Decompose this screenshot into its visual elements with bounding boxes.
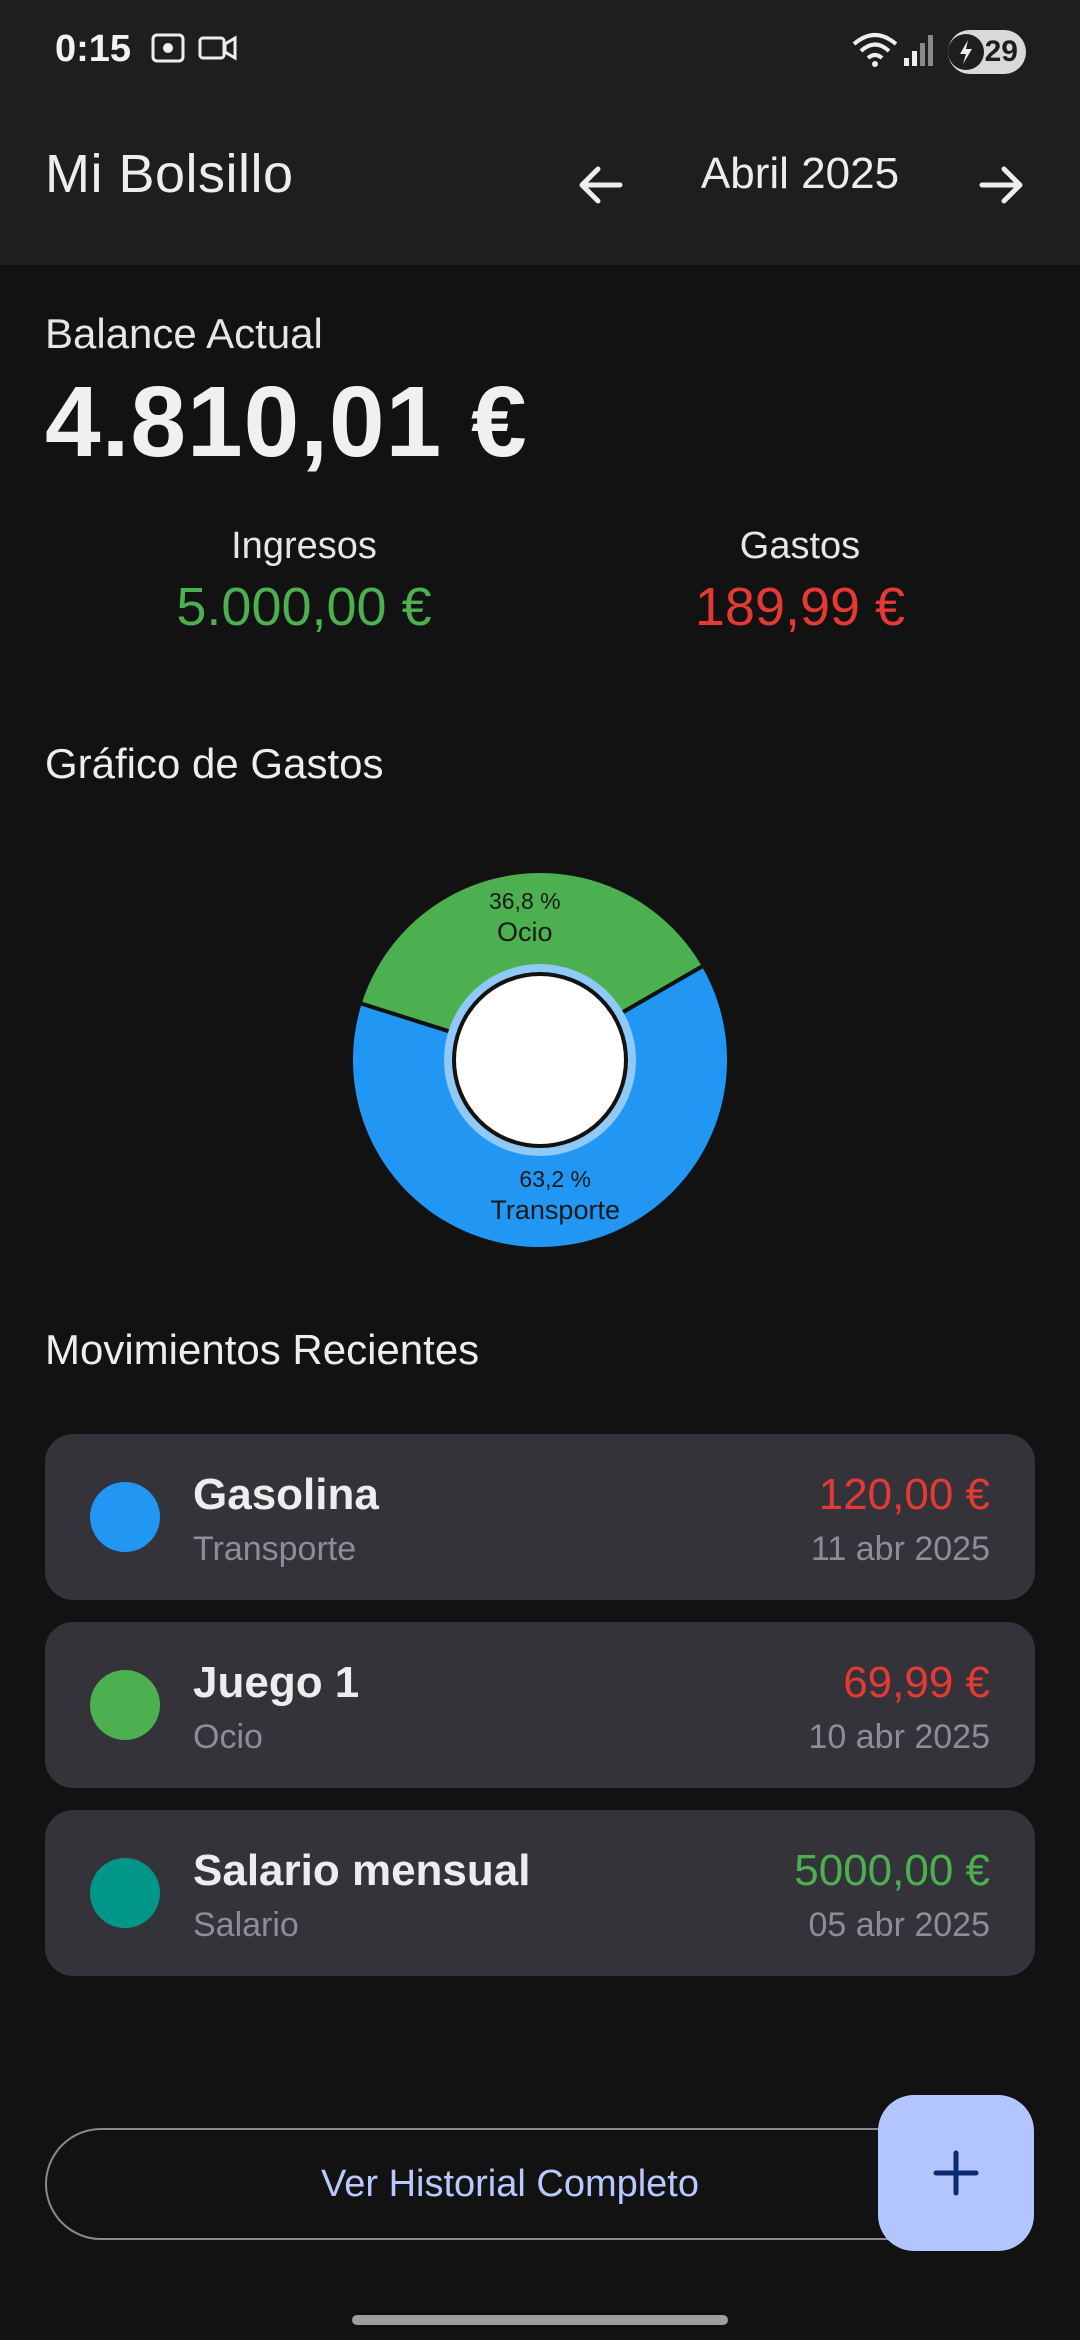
donut-center [456, 976, 624, 1144]
plus-icon [933, 2150, 979, 2196]
transaction-category: Ocio [193, 1718, 263, 1756]
add-transaction-button[interactable] [878, 2095, 1034, 2251]
slice-category-label: Ocio [497, 917, 553, 947]
income-label: Ingresos [231, 525, 377, 567]
expense-value: 189,99 € [694, 577, 906, 637]
slice-percent-label: 63,2 % [519, 1166, 591, 1192]
income-value: 5.000,00 € [176, 577, 432, 637]
transaction-title: Gasolina [193, 1470, 379, 1519]
category-color-dot [90, 1858, 160, 1928]
screen-record-icon [198, 35, 237, 61]
wifi-icon [852, 33, 898, 67]
category-color-dot [90, 1482, 160, 1552]
slice-category-label: Transporte [490, 1195, 620, 1225]
status-time: 0:15 [55, 28, 132, 70]
chart-section-title: Gráfico de Gastos [45, 740, 384, 787]
transaction-category: Salario [193, 1906, 299, 1944]
transaction-title: Salario mensual [193, 1846, 531, 1895]
transaction-amount: 69,99 € [843, 1658, 990, 1707]
transaction-date: 10 abr 2025 [808, 1718, 991, 1756]
recent-section-title: Movimientos Recientes [45, 1326, 480, 1373]
transaction-category: Transporte [193, 1530, 357, 1568]
expense-label: Gastos [739, 525, 861, 567]
transaction-card[interactable]: Juego 1 Ocio 69,99 € 10 abr 2025 [45, 1622, 1035, 1788]
category-color-dot [90, 1670, 160, 1740]
transaction-date: 05 abr 2025 [808, 1906, 991, 1944]
status-bar: 0:15 29 [0, 0, 1080, 105]
transaction-title: Juego 1 [193, 1658, 360, 1707]
transaction-amount: 5000,00 € [794, 1846, 990, 1895]
signal-icon [904, 35, 933, 66]
screenshot-icon [151, 33, 185, 63]
balance-value: 4.810,01 € [45, 366, 528, 478]
view-full-history-button[interactable]: Ver Historial Completo [45, 2128, 975, 2240]
arrow-left-icon [579, 166, 623, 204]
charging-icon [948, 34, 984, 70]
app-bar: Mi Bolsillo Abril 2025 [0, 105, 1080, 265]
home-indicator [352, 2315, 728, 2325]
balance-label: Balance Actual [45, 310, 323, 357]
expense-summary: Gastos 189,99 € [590, 525, 1010, 638]
arrow-right-icon [979, 166, 1023, 204]
next-month-button[interactable] [962, 145, 1042, 225]
expense-donut-chart: 63,2 % Transporte 36,8 % Ocio [353, 873, 727, 1247]
battery-indicator: 29 [948, 30, 1026, 74]
transaction-card[interactable]: Salario mensual Salario 5000,00 € 05 abr… [45, 1810, 1035, 1976]
income-summary: Ingresos 5.000,00 € [94, 525, 514, 638]
battery-level: 29 [984, 35, 1018, 68]
app-title: Mi Bolsillo [45, 144, 294, 204]
slice-percent-label: 36,8 % [489, 888, 561, 914]
transaction-card[interactable]: Gasolina Transporte 120,00 € 11 abr 2025 [45, 1434, 1035, 1600]
previous-month-button[interactable] [560, 145, 640, 225]
transaction-date: 11 abr 2025 [811, 1530, 990, 1568]
transaction-amount: 120,00 € [818, 1470, 990, 1519]
current-month: Abril 2025 [700, 149, 900, 198]
